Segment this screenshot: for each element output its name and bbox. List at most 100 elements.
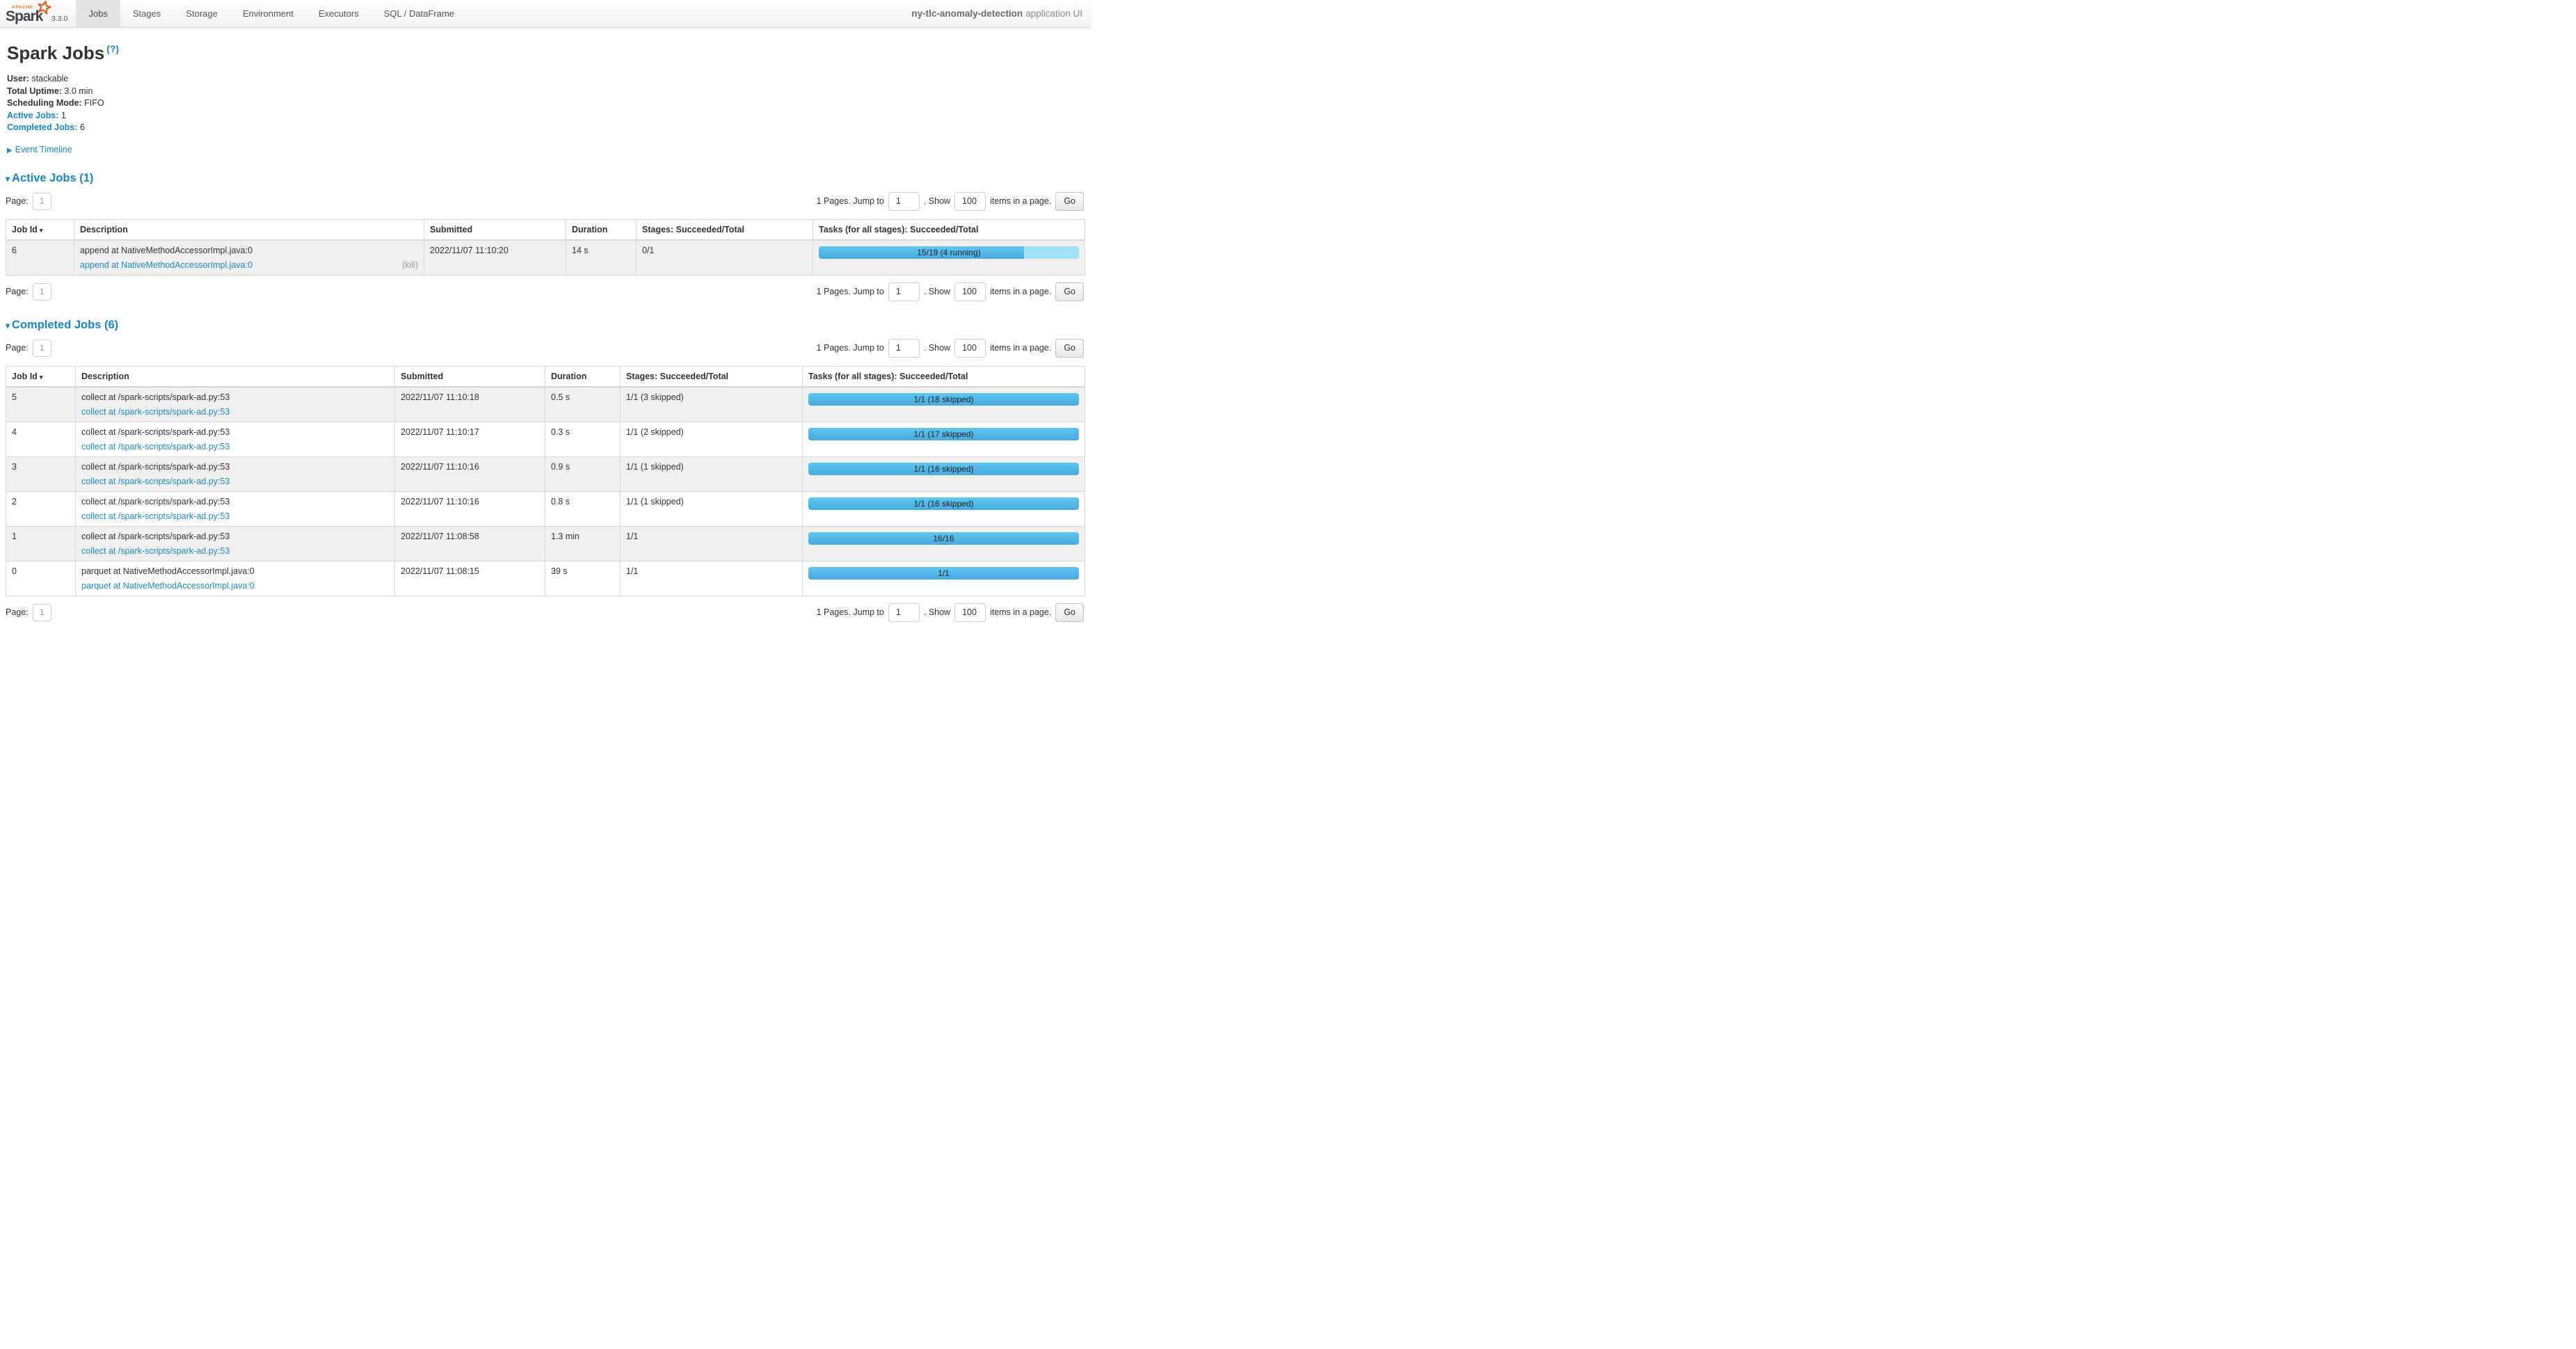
- items-per-page-input[interactable]: [954, 339, 986, 358]
- page-number-input[interactable]: [33, 193, 51, 210]
- items-per-page-input[interactable]: [954, 282, 986, 301]
- job-tasks-cell: 1/1 (16 skipped): [803, 491, 1085, 526]
- completed-jobs-count: 6: [80, 122, 85, 132]
- col-description[interactable]: Description: [76, 366, 395, 387]
- job-description-text: append at NativeMethodAccessorImpl.java:…: [80, 246, 418, 255]
- jump-to-page-input[interactable]: [888, 192, 920, 211]
- col-stages[interactable]: Stages: Succeeded/Total: [637, 219, 813, 240]
- completed-jobs-pagination-top: Page: 1 Pages. Jump to . Show items in a…: [6, 339, 1085, 358]
- job-duration-cell: 0.5 s: [545, 387, 621, 422]
- nav-tabs: Jobs Stages Storage Environment Executor…: [76, 0, 467, 27]
- job-duration-cell: 14 s: [566, 240, 637, 276]
- items-per-page-input[interactable]: [954, 192, 986, 211]
- completed-job-row-3: 3 collect at /spark-scripts/spark-ad.py:…: [6, 456, 1085, 491]
- col-job-id[interactable]: Job Id▾: [6, 219, 74, 240]
- tab-sql-dataframe[interactable]: SQL / DataFrame: [371, 0, 467, 27]
- help-link[interactable]: (?): [106, 43, 119, 54]
- job-detail-link[interactable]: collect at /spark-scripts/spark-ad.py:53: [81, 477, 230, 486]
- job-tasks-cell: 1/1 (17 skipped): [803, 422, 1085, 456]
- job-detail-link[interactable]: parquet at NativeMethodAccessorImpl.java…: [81, 581, 255, 591]
- go-button[interactable]: Go: [1055, 603, 1084, 622]
- active-jobs-pagination-bottom: Page: 1 Pages. Jump to . Show items in a…: [6, 282, 1085, 301]
- col-duration[interactable]: Duration: [545, 366, 621, 387]
- page-label: Page:: [6, 343, 29, 353]
- user-value: stackable: [31, 74, 68, 83]
- jump-to-page-input[interactable]: [888, 339, 920, 358]
- completed-jobs-link[interactable]: Completed Jobs:: [7, 122, 77, 132]
- job-detail-link[interactable]: collect at /spark-scripts/spark-ad.py:53: [81, 442, 230, 452]
- go-button[interactable]: Go: [1055, 282, 1084, 301]
- job-id-cell: 3: [6, 456, 76, 491]
- job-submitted-cell: 2022/11/07 11:08:58: [395, 526, 545, 561]
- job-description-cell: collect at /spark-scripts/spark-ad.py:53…: [76, 456, 395, 491]
- spark-logo[interactable]: APACHE Spark 3.3.0: [0, 0, 74, 27]
- job-id-cell: 1: [6, 526, 76, 561]
- summary-scheduling-mode: Scheduling Mode: FIFO: [7, 97, 1085, 110]
- job-description-cell: collect at /spark-scripts/spark-ad.py:53…: [76, 422, 395, 456]
- spark-version: 3.3.0: [51, 15, 67, 24]
- job-tasks-cell: 1/1 (18 skipped): [803, 387, 1085, 422]
- go-button[interactable]: Go: [1055, 192, 1084, 211]
- job-tasks-cell: 1/1 (16 skipped): [803, 456, 1085, 491]
- job-description-cell: collect at /spark-scripts/spark-ad.py:53…: [76, 526, 395, 561]
- application-ui-suffix: application UI: [1025, 8, 1082, 19]
- tasks-progress-label: 1/1 (18 skipped): [808, 393, 1079, 406]
- completed-jobs-table: Job Id▾ Description Submitted Duration S…: [6, 366, 1085, 596]
- collapsed-arrow-icon: ▶: [7, 147, 13, 154]
- job-description-cell: append at NativeMethodAccessorImpl.java:…: [74, 240, 424, 276]
- page-label: Page:: [6, 287, 29, 296]
- completed-jobs-section-header[interactable]: ▾Completed Jobs (6): [6, 319, 1085, 332]
- job-id-cell: 0: [6, 561, 76, 596]
- active-jobs-header-row: Job Id▾ Description Submitted Duration S…: [6, 219, 1085, 240]
- job-id-cell: 5: [6, 387, 76, 422]
- col-tasks[interactable]: Tasks (for all stages): Succeeded/Total: [803, 366, 1085, 387]
- job-tasks-cell: 16/16: [803, 526, 1085, 561]
- summary-completed-jobs: Completed Jobs: 6: [7, 122, 1085, 134]
- page-label: Page:: [6, 196, 29, 206]
- active-jobs-section-header[interactable]: ▾Active Jobs (1): [6, 172, 1085, 185]
- tasks-progress-label: 1/1 (16 skipped): [808, 497, 1079, 510]
- job-id-cell: 6: [6, 240, 74, 276]
- job-submitted-cell: 2022/11/07 11:10:18: [395, 387, 545, 422]
- go-button[interactable]: Go: [1055, 339, 1084, 358]
- tab-executors[interactable]: Executors: [306, 0, 371, 27]
- tab-environment[interactable]: Environment: [230, 0, 306, 27]
- page-number-input[interactable]: [33, 604, 51, 621]
- job-detail-link[interactable]: append at NativeMethodAccessorImpl.java:…: [80, 260, 253, 270]
- col-submitted[interactable]: Submitted: [424, 219, 566, 240]
- items-per-page-input[interactable]: [954, 603, 986, 622]
- event-timeline-toggle[interactable]: ▶Event Timeline: [7, 145, 1085, 154]
- job-detail-link[interactable]: collect at /spark-scripts/spark-ad.py:53: [81, 546, 230, 556]
- tasks-progress-bar: 16/16: [808, 532, 1079, 545]
- tasks-progress-label: 1/1 (17 skipped): [808, 428, 1079, 440]
- tab-stages[interactable]: Stages: [120, 0, 173, 27]
- kill-link[interactable]: (kill): [402, 260, 418, 270]
- col-job-id[interactable]: Job Id▾: [6, 366, 76, 387]
- col-submitted[interactable]: Submitted: [395, 366, 545, 387]
- job-duration-cell: 0.9 s: [545, 456, 621, 491]
- sort-desc-icon: ▾: [40, 374, 43, 381]
- job-submitted-cell: 2022/11/07 11:10:16: [395, 456, 545, 491]
- tab-jobs[interactable]: Jobs: [76, 0, 120, 27]
- page-number-input[interactable]: [33, 340, 51, 357]
- col-stages[interactable]: Stages: Succeeded/Total: [621, 366, 803, 387]
- col-description[interactable]: Description: [74, 219, 424, 240]
- col-tasks[interactable]: Tasks (for all stages): Succeeded/Total: [813, 219, 1085, 240]
- job-description-text: parquet at NativeMethodAccessorImpl.java…: [81, 566, 389, 576]
- job-summary: User: stackable Total Uptime: 3.0 min Sc…: [7, 73, 1085, 134]
- active-jobs-link[interactable]: Active Jobs:: [7, 111, 58, 120]
- active-jobs-table: Job Id▾ Description Submitted Duration S…: [6, 219, 1085, 276]
- page-number-input[interactable]: [33, 283, 51, 301]
- job-description-text: collect at /spark-scripts/spark-ad.py:53: [81, 427, 389, 437]
- jump-to-page-input[interactable]: [888, 282, 920, 301]
- jump-to-page-input[interactable]: [888, 603, 920, 622]
- expanded-arrow-icon: ▾: [6, 321, 10, 330]
- active-jobs-pagination-top: Page: 1 Pages. Jump to . Show items in a…: [6, 192, 1085, 211]
- job-detail-link[interactable]: collect at /spark-scripts/spark-ad.py:53: [81, 511, 230, 521]
- job-description-text: collect at /spark-scripts/spark-ad.py:53: [81, 462, 389, 472]
- show-text: . Show: [924, 343, 950, 353]
- job-stages-cell: 1/1 (1 skipped): [621, 491, 803, 526]
- col-duration[interactable]: Duration: [566, 219, 637, 240]
- job-detail-link[interactable]: collect at /spark-scripts/spark-ad.py:53: [81, 407, 230, 417]
- tab-storage[interactable]: Storage: [173, 0, 230, 27]
